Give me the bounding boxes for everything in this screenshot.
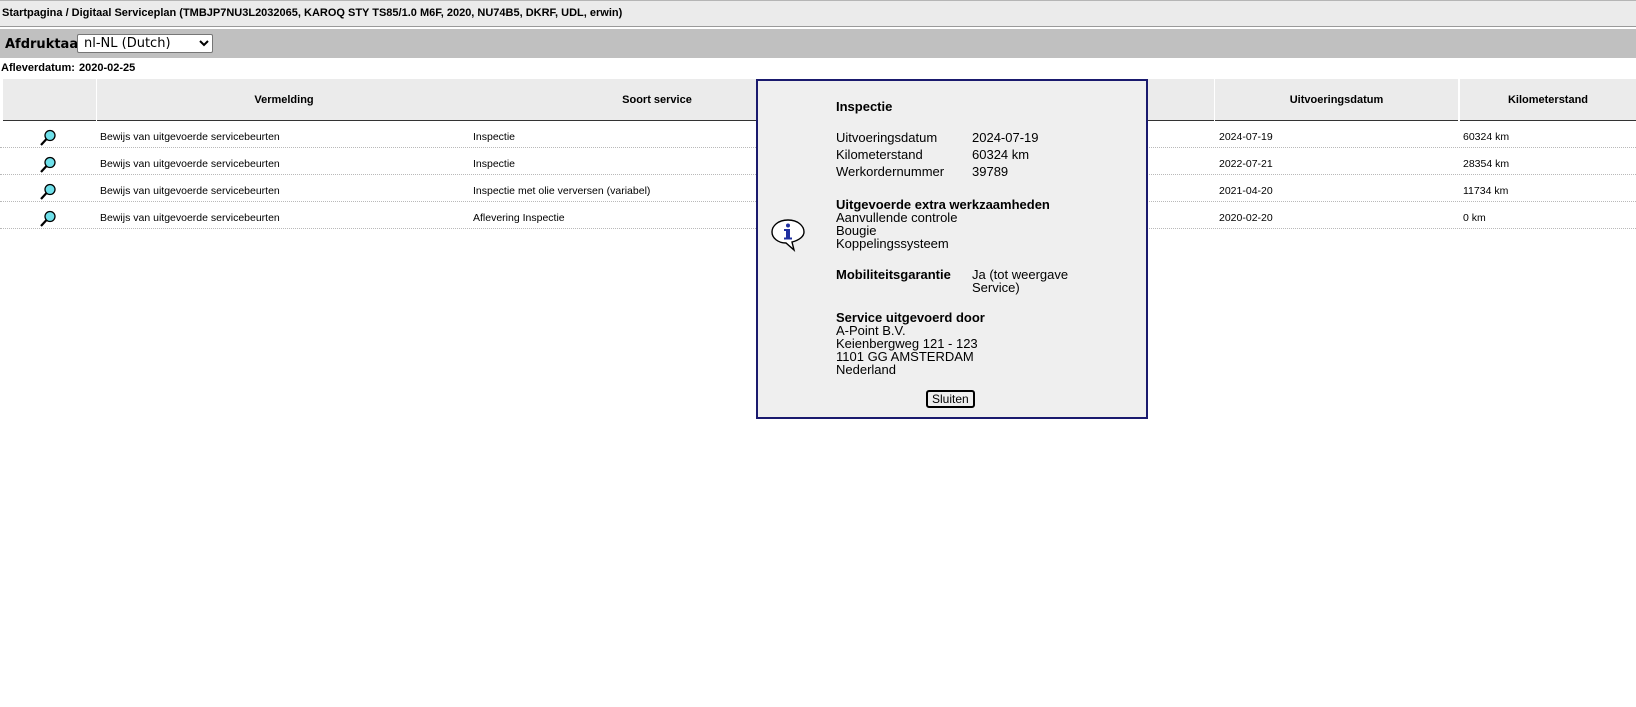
- breadcrumb[interactable]: Startpagina / Digitaal Serviceplan (TMBJ…: [2, 7, 622, 19]
- popup-field-row: Werkordernummer 39789: [836, 164, 1008, 179]
- magnifier-icon[interactable]: [39, 210, 57, 228]
- cell-kilometerstand: 11734 km: [1463, 185, 1509, 197]
- popup-field-label: Werkordernummer: [836, 164, 945, 179]
- mobility-label: Mobiliteitsgarantie: [836, 267, 951, 282]
- popup-field-row: Uitvoeringsdatum 2024-07-19: [836, 130, 1039, 145]
- info-icon: [771, 219, 805, 252]
- delivery-date-value: 2020-02-25: [78, 62, 136, 74]
- magnifier-icon[interactable]: [39, 129, 57, 147]
- cell-uitvoeringsdatum: 2022-07-21: [1219, 158, 1273, 170]
- popup-field-row: Kilometerstand 60324 km: [836, 147, 1029, 162]
- popup-field-label: Uitvoeringsdatum: [836, 130, 938, 145]
- header-kilometerstand: Kilometerstand: [1460, 79, 1636, 121]
- cell-vermelding: Bewijs van uitgevoerde servicebeurten: [100, 212, 280, 224]
- magnifier-icon[interactable]: [39, 156, 57, 174]
- delivery-date-label: Afleverdatum:: [1, 62, 75, 74]
- service-provider-line: Nederland: [836, 362, 896, 377]
- breadcrumb-bar: Startpagina / Digitaal Serviceplan (TMBJ…: [0, 0, 1636, 27]
- cell-soort-service: Aflevering Inspectie: [473, 212, 565, 224]
- cell-vermelding: Bewijs van uitgevoerde servicebeurten: [100, 185, 280, 197]
- popup-field-value: 39789: [972, 164, 1009, 179]
- close-button[interactable]: Sluiten: [926, 390, 975, 408]
- magnifier-icon[interactable]: [39, 183, 57, 201]
- popup-field-value: 60324 km: [972, 147, 1030, 162]
- cell-kilometerstand: 60324 km: [1463, 131, 1510, 143]
- header-uitvoeringsdatum: Uitvoeringsdatum: [1215, 79, 1458, 121]
- popup-field-value: 2024-07-19: [972, 130, 1039, 145]
- cell-soort-service: Inspectie: [473, 158, 516, 170]
- cell-vermelding: Bewijs van uitgevoerde servicebeurten: [100, 131, 280, 143]
- cell-uitvoeringsdatum: 2024-07-19: [1219, 131, 1273, 143]
- delivery-date: Afleverdatum: 2020-02-25: [1, 62, 139, 74]
- cell-kilometerstand: 0 km: [1463, 212, 1486, 224]
- cell-uitvoeringsdatum: 2020-02-20: [1219, 212, 1273, 224]
- cell-soort-service: Inspectie met olie verversen (variabel): [473, 185, 651, 197]
- language-select[interactable]: nl-NL (Dutch): [77, 34, 213, 53]
- cell-soort-service: Inspectie: [473, 131, 516, 143]
- header-icon-column: [3, 79, 96, 121]
- cell-uitvoeringsdatum: 2021-04-20: [1219, 185, 1273, 197]
- popup-field-label: Kilometerstand: [836, 147, 923, 162]
- language-bar: Afdruktaal: nl-NL (Dutch): [0, 29, 1636, 58]
- extra-work-item: Koppelingssysteem: [836, 236, 949, 251]
- mobility-value: Ja (tot weergave Service): [972, 267, 1069, 295]
- cell-kilometerstand: 28354 km: [1463, 158, 1510, 170]
- header-vermelding: Vermelding: [97, 79, 471, 121]
- service-detail-popup: Inspectie Uitvoeringsdatum 2024-07-19 Kil…: [756, 79, 1148, 419]
- language-label: Afdruktaal:: [5, 37, 88, 52]
- cell-vermelding: Bewijs van uitgevoerde servicebeurten: [100, 158, 280, 170]
- popup-title: Inspectie: [836, 99, 893, 114]
